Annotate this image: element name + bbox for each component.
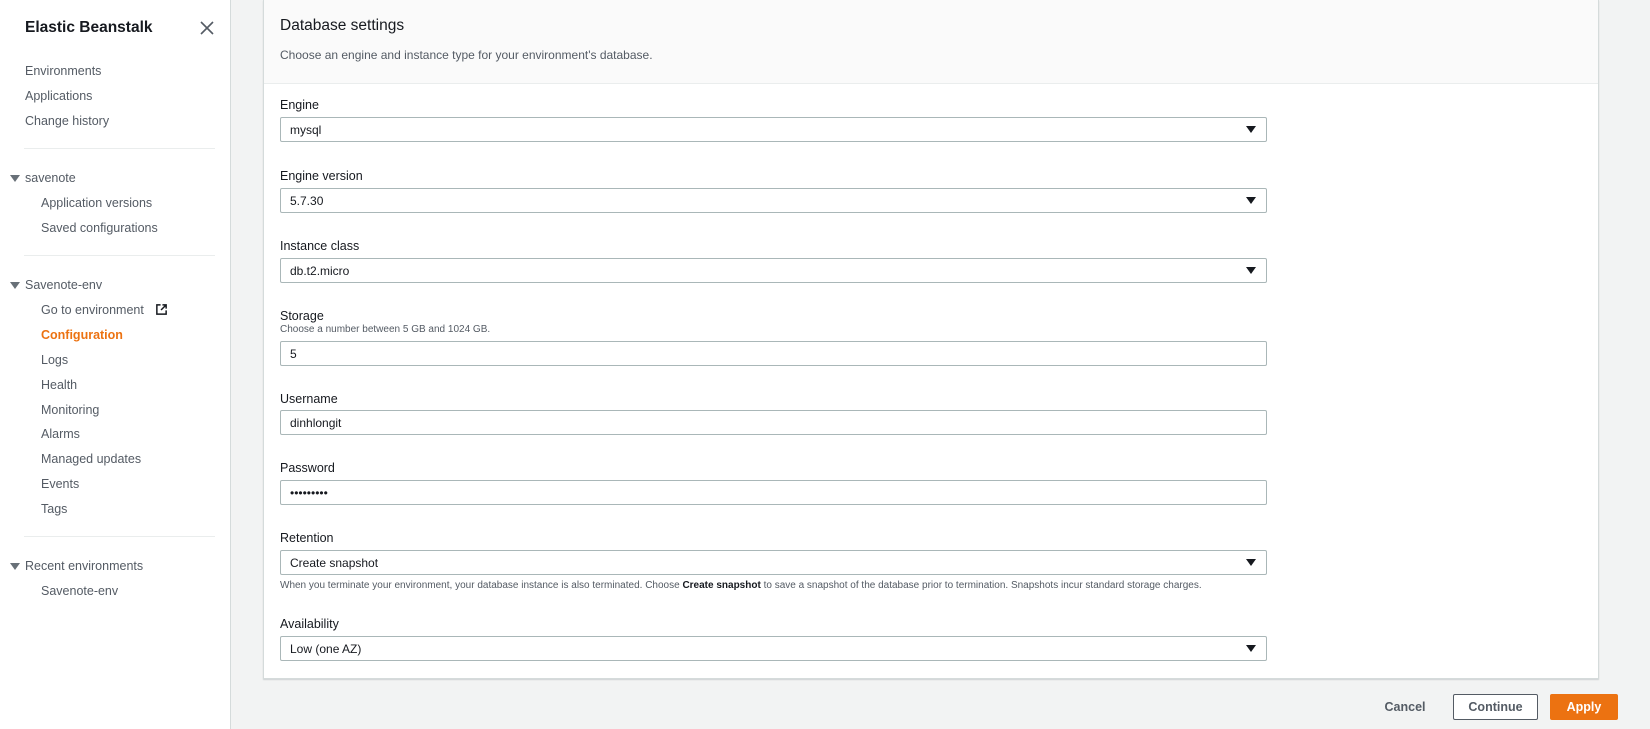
storage-input[interactable] (290, 342, 1257, 365)
sidebar-item-applications[interactable]: Applications (25, 88, 92, 104)
sidebar-item-monitoring[interactable]: Monitoring (41, 402, 99, 418)
availability-label: Availability (280, 617, 339, 631)
retention-hint-bold: Create snapshot (682, 580, 761, 591)
retention-select[interactable]: Create snapshot (280, 550, 1267, 575)
close-icon[interactable] (199, 20, 215, 36)
sidebar-item-recent-savenote-env[interactable]: Savenote-env (41, 583, 118, 599)
username-label: Username (280, 392, 338, 406)
caret-down-icon (10, 563, 20, 570)
cancel-button[interactable]: Cancel (1378, 694, 1432, 720)
sidebar-item-events[interactable]: Events (41, 476, 79, 492)
sidebar-item-environments[interactable]: Environments (25, 63, 101, 79)
caret-down-icon (1246, 559, 1256, 566)
retention-label: Retention (280, 531, 334, 545)
username-input[interactable] (290, 411, 1257, 434)
panel-description: Choose an engine and instance type for y… (280, 48, 653, 62)
caret-down-icon (1246, 197, 1256, 204)
sidebar-item-configuration[interactable]: Configuration (41, 327, 123, 343)
caret-down-icon (10, 175, 20, 182)
sidebar-item-managed-updates[interactable]: Managed updates (41, 451, 141, 467)
retention-hint: When you terminate your environment, you… (280, 580, 1202, 592)
caret-down-icon (10, 282, 20, 289)
retention-hint-before: When you terminate your environment, you… (280, 580, 683, 591)
sidebar-item-alarms[interactable]: Alarms (41, 426, 80, 442)
caret-down-icon (1246, 645, 1256, 652)
storage-hint: Choose a number between 5 GB and 1024 GB… (280, 324, 491, 335)
sidebar-item-logs[interactable]: Logs (41, 352, 68, 368)
availability-select[interactable]: Low (one AZ) (280, 636, 1267, 661)
main-content: Database settings Choose an engine and i… (231, 0, 1650, 729)
sidebar-item-application-versions[interactable]: Application versions (41, 195, 152, 211)
sidebar-item-tags[interactable]: Tags (41, 501, 67, 517)
panel-header: Database settings Choose an engine and i… (264, 0, 1598, 84)
engine-version-label: Engine version (280, 169, 363, 183)
panel-title: Database settings (280, 17, 405, 34)
storage-input-wrapper (280, 341, 1267, 366)
engine-version-select-value: 5.7.30 (290, 193, 324, 208)
availability-select-value: Low (one AZ) (290, 641, 362, 656)
sidebar-item-label: Go to environment (41, 303, 144, 317)
external-link-icon (156, 304, 168, 315)
database-settings-panel: Database settings Choose an engine and i… (263, 0, 1599, 679)
engine-version-select[interactable]: 5.7.30 (280, 188, 1267, 213)
sidebar-section-label: Recent environments (25, 559, 144, 573)
sidebar-divider (24, 536, 215, 537)
engine-select-value: mysql (290, 122, 322, 137)
username-input-wrapper (280, 410, 1267, 435)
password-input-wrapper (280, 480, 1267, 505)
storage-label: Storage (280, 309, 324, 323)
sidebar-divider (24, 255, 215, 256)
sidebar: Elastic Beanstalk Environments Applicati… (0, 0, 231, 729)
password-input[interactable] (290, 481, 1257, 504)
sidebar-section-savenote[interactable]: savenote (10, 170, 76, 186)
instance-class-select-value: db.t2.micro (290, 263, 350, 278)
apply-button[interactable]: Apply (1550, 694, 1618, 720)
retention-select-value: Create snapshot (290, 555, 379, 570)
engine-select[interactable]: mysql (280, 117, 1267, 142)
sidebar-item-saved-configurations[interactable]: Saved configurations (41, 220, 158, 236)
engine-label: Engine (280, 98, 319, 112)
sidebar-section-label: Savenote-env (25, 278, 103, 292)
sidebar-divider (24, 148, 215, 149)
sidebar-section-label: savenote (25, 171, 76, 185)
continue-button[interactable]: Continue (1453, 694, 1538, 720)
sidebar-item-change-history[interactable]: Change history (25, 113, 109, 129)
sidebar-item-go-to-environment[interactable]: Go to environment (41, 302, 168, 318)
sidebar-section-recent-environments[interactable]: Recent environments (10, 558, 143, 574)
sidebar-item-health[interactable]: Health (41, 377, 77, 393)
caret-down-icon (1246, 126, 1256, 133)
caret-down-icon (1246, 267, 1256, 274)
sidebar-header: Elastic Beanstalk (25, 16, 215, 40)
password-label: Password (280, 461, 335, 475)
instance-class-label: Instance class (280, 239, 360, 253)
instance-class-select[interactable]: db.t2.micro (280, 258, 1267, 283)
sidebar-title: Elastic Beanstalk (25, 19, 153, 36)
retention-hint-after: to save a snapshot of the database prior… (760, 580, 1202, 591)
sidebar-section-savenote-env[interactable]: Savenote-env (10, 277, 102, 293)
